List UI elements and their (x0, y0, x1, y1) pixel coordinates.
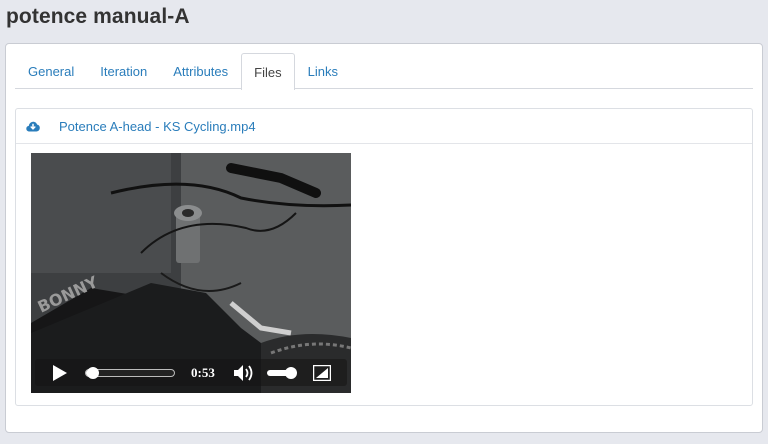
content-card: General Iteration Attributes Files Links… (5, 43, 763, 433)
volume-slider[interactable] (267, 367, 297, 379)
tab-iteration[interactable]: Iteration (87, 53, 160, 89)
page-title: potence manual-A (6, 5, 190, 28)
file-link[interactable]: Potence A-head - KS Cycling.mp4 (59, 119, 256, 134)
tab-general[interactable]: General (15, 53, 87, 89)
tab-links[interactable]: Links (295, 53, 351, 89)
video-frame: BONNY (31, 153, 351, 393)
file-panel: Potence A-head - KS Cycling.mp4 BONNY 0:… (15, 108, 753, 406)
tab-bar: General Iteration Attributes Files Links (15, 53, 753, 90)
cloud-download-icon[interactable] (25, 120, 41, 132)
file-header: Potence A-head - KS Cycling.mp4 (16, 109, 752, 144)
volume-icon[interactable] (233, 364, 255, 382)
play-icon[interactable] (51, 365, 67, 381)
seek-slider[interactable] (85, 367, 175, 379)
fullscreen-icon[interactable] (313, 365, 331, 381)
time-display: 0:53 (191, 365, 215, 380)
tab-attributes[interactable]: Attributes (160, 53, 241, 89)
tab-files[interactable]: Files (241, 53, 295, 90)
video-player[interactable]: BONNY 0:53 (31, 153, 351, 393)
video-controls: 0:53 (35, 359, 347, 386)
